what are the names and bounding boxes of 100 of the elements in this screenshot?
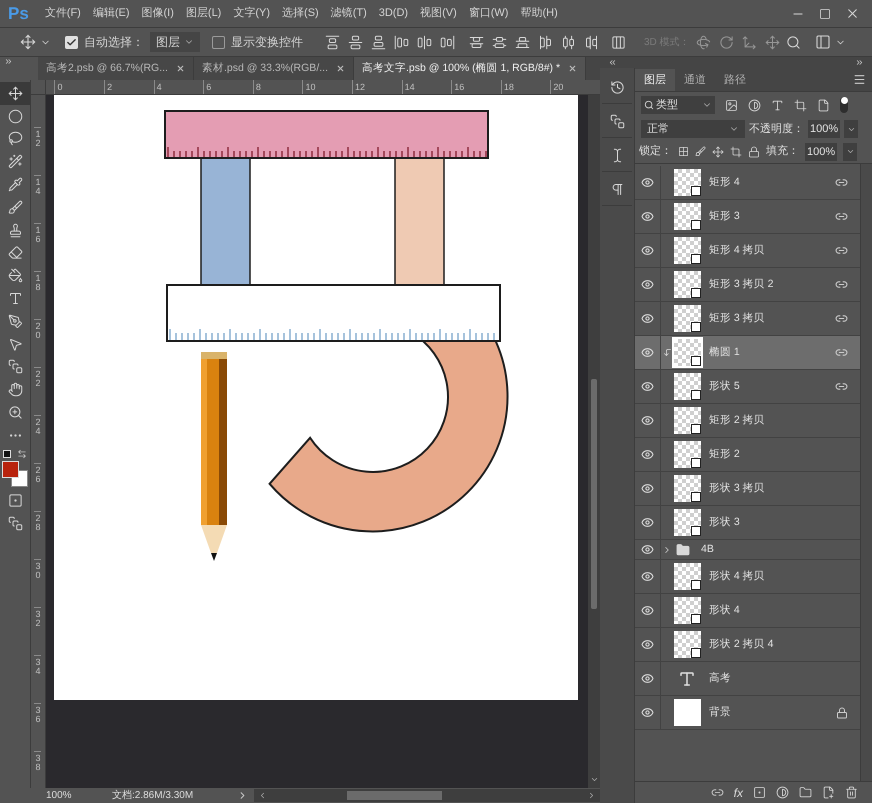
filter-dropdown[interactable]: 类型	[641, 96, 715, 114]
menu-item[interactable]: 帮助(H)	[520, 5, 558, 22]
menu-item[interactable]: 图像(I)	[142, 5, 174, 22]
shape-filter-icon[interactable]	[794, 98, 807, 112]
layer-row[interactable]: 矩形 3 拷贝 2	[635, 268, 860, 302]
ellipse-marquee-icon[interactable]	[8, 108, 23, 124]
layer-row[interactable]: 形状 4	[635, 594, 860, 628]
checkbox[interactable]	[212, 36, 225, 48]
menu-item[interactable]: 文件(F)	[44, 5, 81, 22]
blend-mode-dropdown[interactable]: 正常	[641, 120, 745, 138]
expand-panel-icon[interactable]	[855, 58, 864, 67]
fill-field[interactable]: 100%	[805, 142, 838, 160]
opacity-field[interactable]: 100%	[808, 120, 840, 138]
panel-tab[interactable]: 通道	[675, 69, 715, 91]
magic-wand-icon[interactable]	[8, 154, 23, 170]
eye-icon[interactable]	[641, 604, 654, 617]
eye-icon[interactable]	[641, 706, 654, 719]
close-icon[interactable]	[845, 6, 860, 21]
new-layer-icon[interactable]	[822, 786, 835, 799]
adjustment-filter-icon[interactable]	[748, 98, 761, 112]
expand-panel-icon[interactable]	[4, 57, 13, 66]
align-icon[interactable]	[417, 34, 432, 50]
horizontal-scrollbar[interactable]	[254, 789, 600, 802]
type-tool-icon[interactable]	[8, 291, 23, 306]
eye-icon[interactable]	[641, 176, 654, 189]
eye-icon[interactable]	[641, 638, 654, 651]
eye-icon[interactable]	[641, 672, 654, 685]
layer-row[interactable]: 矩形 4 拷贝	[635, 234, 860, 268]
pointer-icon[interactable]	[8, 336, 23, 352]
smart-object-filter-icon[interactable]	[817, 98, 830, 112]
search-icon[interactable]	[786, 34, 801, 50]
hand-icon[interactable]	[8, 382, 23, 398]
close-tab-icon[interactable]	[568, 64, 578, 73]
quick-mask-icon[interactable]	[8, 492, 23, 508]
folder-icon[interactable]	[799, 786, 812, 799]
layer-dropdown[interactable]: 图层	[150, 32, 200, 52]
text-filter-icon[interactable]	[771, 98, 784, 112]
eyedropper-icon[interactable]	[8, 177, 23, 192]
shape-tool-icon[interactable]	[8, 359, 23, 374]
distribute-icon[interactable]	[492, 34, 507, 50]
menu-item[interactable]: 编辑(E)	[92, 5, 130, 22]
menu-item[interactable]: 图层(L)	[186, 5, 222, 22]
layers-scrollbar[interactable]	[860, 164, 872, 781]
panel-tab[interactable]: 路径	[715, 69, 755, 91]
eye-icon[interactable]	[641, 570, 654, 583]
eye-icon[interactable]	[641, 244, 654, 257]
layer-row[interactable]: 形状 5	[635, 370, 860, 404]
distribute-icon[interactable]	[538, 34, 553, 50]
document-tab[interactable]: 高考文字.psb @ 100% (椭圆 1, RGB/8#) *	[354, 57, 586, 80]
distribute-icon[interactable]	[515, 34, 530, 50]
layer-row[interactable]: 矩形 3	[635, 200, 860, 234]
adjustment-icon[interactable]	[776, 786, 789, 799]
layer-row[interactable]: 高考	[635, 662, 860, 696]
layer-row[interactable]: 背景	[635, 696, 860, 730]
layer-row[interactable]: 矩形 4	[635, 166, 860, 200]
move-tool-icon[interactable]	[20, 34, 36, 50]
fx-button[interactable]: fx	[734, 784, 743, 802]
lasso-icon[interactable]	[8, 131, 23, 146]
distribute-icon[interactable]	[561, 34, 576, 50]
checkbox[interactable]	[65, 36, 78, 48]
slide-3d-icon[interactable]	[764, 34, 780, 50]
eraser-icon[interactable]	[8, 245, 23, 260]
auto-align-icon[interactable]	[611, 34, 626, 50]
menu-item[interactable]: 3D(D)	[378, 5, 408, 22]
close-tab-icon[interactable]	[176, 64, 185, 73]
menu-item[interactable]: 选择(S)	[282, 5, 319, 22]
paint-bucket-icon[interactable]	[8, 268, 23, 284]
menu-item[interactable]: 滤镜(T)	[330, 5, 367, 22]
eye-icon[interactable]	[641, 346, 654, 359]
eye-icon[interactable]	[641, 448, 654, 461]
maximize-icon[interactable]	[819, 8, 831, 20]
eye-icon[interactable]	[641, 482, 654, 495]
menu-icon[interactable]	[853, 73, 866, 86]
roll-3d-icon[interactable]	[718, 34, 734, 50]
collapse-panel-icon[interactable]	[608, 58, 617, 67]
eye-icon[interactable]	[641, 312, 654, 325]
stamp-icon[interactable]	[8, 222, 23, 238]
eye-icon[interactable]	[641, 414, 654, 427]
pen-icon[interactable]	[8, 314, 23, 329]
zoom-level[interactable]: 100%	[46, 788, 82, 803]
menu-item[interactable]: 文字(Y)	[233, 5, 270, 22]
align-icon[interactable]	[440, 34, 455, 50]
layer-row[interactable]: 形状 2 拷贝 4	[635, 628, 860, 662]
swap-colors-icon[interactable]	[17, 448, 28, 459]
layer-row[interactable]: 矩形 2 拷贝	[635, 404, 860, 438]
align-icon[interactable]	[348, 34, 363, 50]
close-tab-icon[interactable]	[336, 64, 345, 73]
layer-row[interactable]: 椭圆 1	[635, 336, 860, 370]
vertical-scrollbar[interactable]	[588, 95, 600, 788]
zoom-icon[interactable]	[8, 405, 23, 420]
mask-icon[interactable]	[753, 786, 766, 799]
move-tool-icon[interactable]	[8, 86, 23, 101]
menu-item[interactable]: 窗口(W)	[468, 5, 508, 22]
align-icon[interactable]	[371, 34, 386, 50]
eye-icon[interactable]	[641, 543, 654, 556]
align-icon[interactable]	[325, 34, 340, 50]
layer-row[interactable]: 4B	[635, 540, 860, 560]
layer-row[interactable]: 形状 3 拷贝	[635, 472, 860, 506]
distribute-icon[interactable]	[584, 34, 599, 50]
layer-row[interactable]: 矩形 2	[635, 438, 860, 472]
